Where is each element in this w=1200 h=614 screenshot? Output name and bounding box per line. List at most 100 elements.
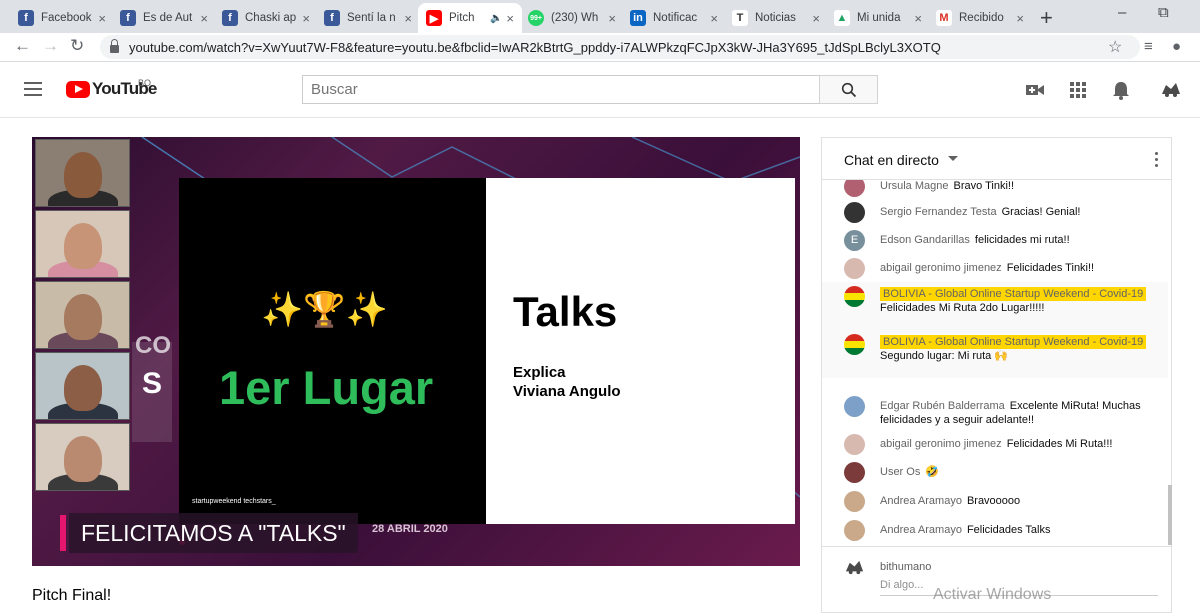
chat-author-name[interactable]: User Os (880, 466, 920, 478)
browser-tab[interactable]: f Facebook × (10, 3, 114, 33)
chat-message[interactable]: Andrea Aramayo Bravooooo (822, 487, 1168, 515)
chevron-down-icon[interactable] (948, 156, 958, 161)
chat-message[interactable]: abigail geronimo jimenez Felicidades Mi R… (822, 430, 1168, 458)
close-tab-icon[interactable]: × (302, 11, 310, 26)
audio-playing-icon[interactable]: 🔈 (490, 13, 502, 24)
tab-title: Chaski ap (245, 12, 297, 24)
chat-author-avatar[interactable]: E (844, 230, 865, 251)
chat-author-name[interactable]: Ursula Magne (880, 180, 948, 192)
bolivia-flag-icon[interactable] (844, 334, 865, 355)
facebook-icon: f (120, 10, 136, 26)
chat-author-avatar[interactable] (844, 434, 865, 455)
browser-tab[interactable]: T Noticias × (724, 3, 828, 33)
browser-tab[interactable]: M Recibido × (928, 3, 1032, 33)
presenter-label: Explica (513, 364, 566, 381)
whatsapp-icon: 99+ (528, 10, 544, 26)
browser-tab[interactable]: f Es de Aut × (112, 3, 216, 33)
browser-tab[interactable]: f Sentí la n × (316, 3, 420, 33)
scrollbar-thumb[interactable] (1168, 485, 1172, 545)
bolivia-flag-icon[interactable] (844, 286, 865, 307)
url-text[interactable]: youtube.com/watch?v=XwYuut7W-F8&feature=… (129, 40, 941, 55)
profile-icon[interactable]: ● (1172, 38, 1181, 55)
chat-author-avatar[interactable] (844, 491, 865, 512)
chat-message-text: Bravo Tinki!! (953, 180, 1015, 192)
chat-message[interactable]: Edgar Rubén Balderrama Excelente MiRuta! … (822, 392, 1168, 426)
chat-author-avatar[interactable] (844, 258, 865, 279)
restore-icon[interactable]: ⧉ (1158, 4, 1169, 21)
close-tab-icon[interactable]: × (914, 11, 922, 26)
browser-tab[interactable]: ▲ Mi unida × (826, 3, 930, 33)
chat-author-avatar[interactable] (844, 180, 865, 197)
new-tab-button[interactable]: + (1040, 5, 1053, 31)
presenter-info: Explica Viviana Angulo (513, 363, 621, 401)
chat-author-name[interactable]: abigail geronimo jimenez (880, 438, 1002, 450)
chat-message[interactable]: Andrea Aramayo Felicidades Talks (822, 516, 1168, 544)
chat-author-name[interactable]: BOLIVIA - Global Online Startup Weekend … (880, 287, 1147, 301)
notifications-bell-icon[interactable] (1110, 80, 1132, 100)
gmail-icon: M (936, 10, 952, 26)
chat-author-name[interactable]: Andrea Aramayo (880, 524, 962, 536)
minimize-icon[interactable]: – (1118, 4, 1126, 21)
chat-author-name[interactable]: abigail geronimo jimenez (880, 262, 1002, 274)
close-tab-icon[interactable]: × (98, 11, 106, 26)
chat-author-name[interactable]: Edson Gandarillas (880, 234, 970, 246)
close-tab-icon[interactable]: × (404, 11, 412, 26)
account-avatar[interactable] (1160, 80, 1182, 100)
forward-arrow-icon[interactable]: → (42, 36, 59, 56)
chat-author-name[interactable]: Edgar Rubén Balderrama (880, 400, 1005, 412)
back-arrow-icon[interactable]: ← (14, 36, 31, 56)
browser-tab[interactable]: f Chaski ap × (214, 3, 318, 33)
chat-author-name[interactable]: BOLIVIA - Global Online Startup Weekend … (880, 335, 1147, 349)
current-user-avatar (845, 560, 864, 575)
close-tab-icon[interactable]: × (608, 11, 616, 26)
chat-author-avatar[interactable] (844, 462, 865, 483)
chat-author-avatar[interactable] (844, 396, 865, 417)
chat-mode-selector[interactable]: Chat en directo (844, 152, 939, 168)
participant-video-3 (35, 281, 130, 349)
chat-author-avatar[interactable] (844, 520, 865, 541)
chat-message[interactable]: Sergio Fernandez Testa Gracias! Genial! (822, 198, 1168, 226)
chat-message-list[interactable]: Ursula Magne Bravo Tinki!! Sergio Fernande… (822, 180, 1168, 545)
apps-grid-icon[interactable] (1067, 80, 1089, 100)
team-name: Talks (513, 288, 618, 335)
search-icon (841, 82, 856, 97)
more-options-icon[interactable] (1155, 152, 1159, 170)
chat-author-name[interactable]: Sergio Fernandez Testa (880, 206, 997, 218)
youtube-play-icon (66, 80, 90, 98)
chat-message[interactable]: E Edson Gandarillas felicidades mi ruta!! (822, 226, 1168, 254)
search-button[interactable] (819, 75, 878, 104)
browser-tab[interactable]: 99+ (230) Wh × (520, 3, 624, 33)
close-tab-icon[interactable]: × (710, 11, 718, 26)
chat-message-text: Segundo lugar: Mi ruta 🙌 (880, 350, 1009, 362)
chat-message[interactable]: BOLIVIA - Global Online Startup Weekend … (822, 282, 1168, 330)
chat-scrollbar[interactable] (1168, 180, 1172, 545)
chat-message-text: Felicidades Tinki!! (1006, 262, 1095, 274)
reload-icon[interactable]: ↻ (70, 36, 84, 56)
media-queue-icon[interactable]: ≡ (1144, 38, 1153, 55)
close-tab-icon[interactable]: × (200, 11, 208, 26)
browser-tab[interactable]: in Notificac × (622, 3, 726, 33)
video-player[interactable]: CO S ✨🏆✨ 1er Lugar Talks Explica Viviana… (32, 137, 800, 566)
participant-video-2 (35, 210, 130, 278)
chat-message[interactable]: User Os 🤣 (822, 458, 1168, 486)
chat-author-avatar[interactable] (844, 202, 865, 223)
chat-message-text: Gracias! Genial! (1001, 206, 1081, 218)
close-tab-icon[interactable]: × (1016, 11, 1024, 26)
facebook-icon: f (222, 10, 238, 26)
background-logo-text-2: S (142, 367, 163, 400)
menu-icon[interactable] (24, 82, 42, 100)
chat-message[interactable]: Ursula Magne Bravo Tinki!! (822, 180, 1168, 200)
tab-title: Facebook (41, 12, 92, 24)
tab-title: Notificac (653, 12, 698, 24)
create-video-icon[interactable] (1024, 80, 1046, 100)
chat-message[interactable]: BOLIVIA - Global Online Startup Weekend … (822, 330, 1168, 378)
bookmark-star-icon[interactable]: ☆ (1108, 37, 1122, 57)
close-tab-icon[interactable]: × (812, 11, 820, 26)
search-input[interactable] (302, 75, 820, 104)
google-drive-icon: ▲ (834, 10, 850, 26)
address-bar[interactable]: youtube.com/watch?v=XwYuut7W-F8&feature=… (100, 35, 1140, 59)
chat-author-name[interactable]: Andrea Aramayo (880, 495, 962, 507)
chat-message[interactable]: abigail geronimo jimenez Felicidades Tink… (822, 254, 1168, 282)
browser-tab[interactable]: ▶ Pitch 🔈 × (418, 3, 522, 33)
close-tab-icon[interactable]: × (506, 11, 514, 26)
